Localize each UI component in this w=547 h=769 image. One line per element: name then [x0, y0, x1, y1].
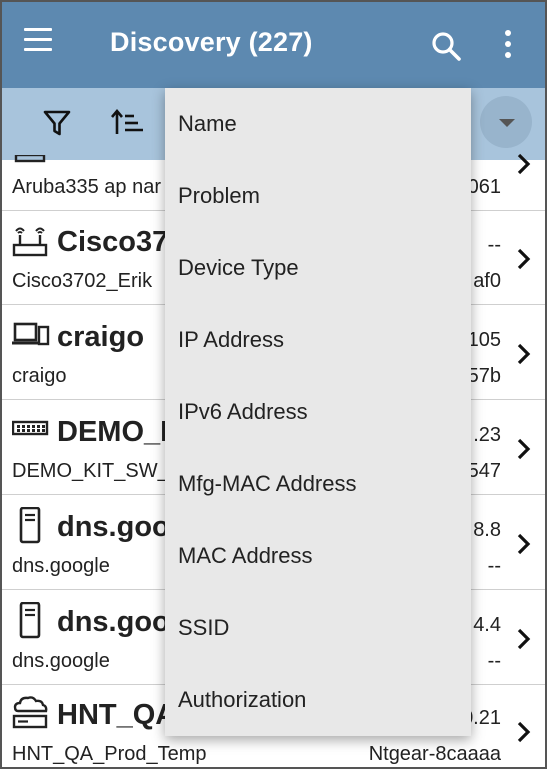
laptop-device-icon — [12, 319, 50, 355]
server-icon — [12, 506, 50, 544]
menu-item-ipv6-address[interactable]: IPv6 Address — [165, 376, 471, 448]
device-name: HNT_QA — [57, 699, 177, 731]
switch-icon — [11, 414, 50, 450]
menu-item-ssid[interactable]: SSID — [165, 592, 471, 664]
device-name: Cisco37 — [57, 226, 169, 258]
device-detail-top: 8.8 — [473, 519, 501, 541]
menu-item-mac-address[interactable]: MAC Address — [165, 520, 471, 592]
menu-item-name[interactable]: Name — [165, 88, 471, 160]
device-detail-bottom: Ntgear-8caaaa — [368, 743, 501, 765]
device-detail-bottom: -- — [487, 555, 501, 577]
device-detail-bottom: af0 — [473, 270, 501, 292]
menu-item-authorization[interactable]: Authorization — [165, 664, 471, 736]
chevron-right-icon — [515, 720, 533, 744]
device-detail-bottom: 57b — [467, 365, 501, 387]
device-name: dns.goo — [57, 606, 170, 638]
chevron-right-icon — [515, 342, 533, 366]
menu-item-problem[interactable]: Problem — [165, 160, 471, 232]
screen: Discovery (227) Aruba335 ap nar 061 Cisc… — [0, 0, 547, 769]
device-subtitle: dns.google — [12, 650, 110, 672]
device-detail-bottom: 547 — [467, 460, 501, 482]
cloud-router-icon — [12, 695, 50, 731]
device-name: craigo — [57, 321, 145, 353]
device-subtitle: dns.google — [12, 555, 110, 577]
device-subtitle: DEMO_KIT_SW_3 — [12, 460, 180, 482]
chevron-right-icon — [515, 247, 533, 271]
menu-item-device-type[interactable]: Device Type — [165, 232, 471, 304]
chevron-right-icon — [515, 152, 533, 176]
filter-icon[interactable] — [42, 108, 72, 138]
device-subtitle: Aruba335 ap nar — [12, 176, 162, 198]
sort-icon[interactable] — [110, 108, 146, 138]
search-icon[interactable] — [430, 30, 464, 64]
device-detail-bottom: -- — [487, 650, 501, 672]
device-subtitle: craigo — [12, 365, 67, 387]
sort-menu: Name Problem Device Type IP Address IPv6… — [165, 88, 471, 736]
menu-item-mfg-mac-address[interactable]: Mfg-MAC Address — [165, 448, 471, 520]
device-detail-top: 105 — [467, 329, 501, 351]
server-icon — [12, 601, 50, 639]
wifi-router-icon — [12, 223, 50, 259]
device-subtitle: Cisco3702_Erik — [12, 270, 153, 292]
chevron-right-icon — [515, 532, 533, 556]
device-detail-top: .23 — [473, 424, 501, 446]
device-name: dns.goo — [57, 511, 170, 543]
chevron-right-icon — [515, 437, 533, 461]
page-title: Discovery (227) — [110, 27, 313, 57]
app-bar: Discovery (227) — [2, 2, 545, 88]
hamburger-menu-icon[interactable] — [24, 28, 64, 62]
device-detail-top: -- — [487, 234, 501, 256]
more-vert-icon[interactable] — [498, 30, 518, 64]
device-detail-bottom: 061 — [467, 176, 501, 198]
device-subtitle: HNT_QA_Prod_Temp — [12, 743, 207, 765]
device-detail-top: 4.4 — [473, 614, 501, 636]
menu-item-ip-address[interactable]: IP Address — [165, 304, 471, 376]
chevron-right-icon — [515, 627, 533, 651]
arrow-drop-down-icon — [499, 119, 515, 127]
